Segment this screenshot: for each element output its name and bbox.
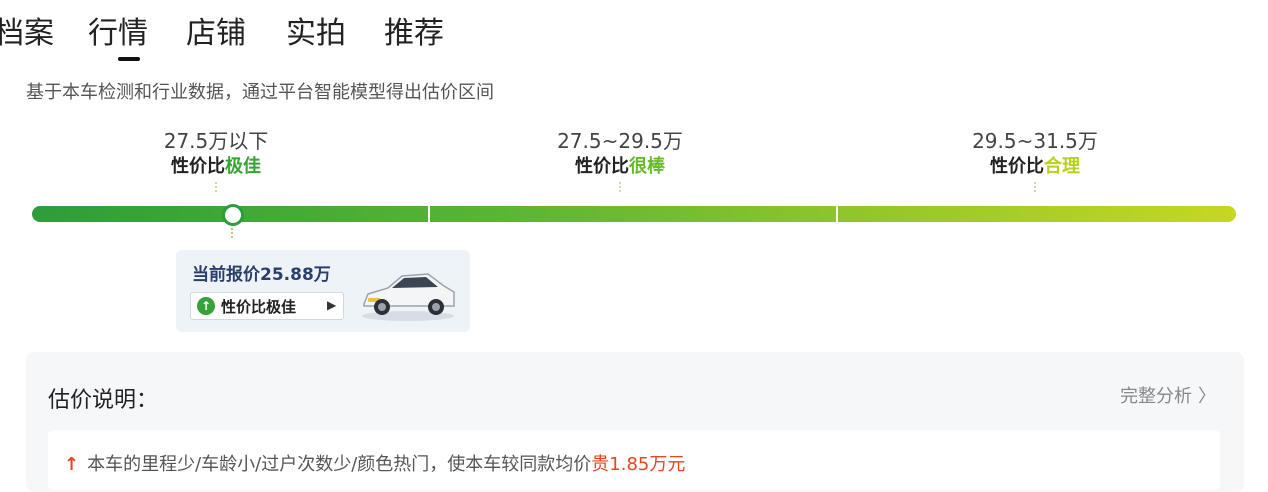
play-arrow-icon: ▶: [327, 298, 337, 312]
tab-archive[interactable]: 档案: [0, 12, 54, 56]
price-segment-excellent: 27.5万以下 性价比极佳: [120, 128, 312, 192]
valuation-explanation-panel: 估价说明： 完整分析〉 ↑ 本车的里程少/车龄小/过户次数少/颜色热门，使本车较同…: [26, 352, 1244, 492]
price-range-bar: [32, 206, 1236, 222]
segment-range: 27.5~29.5万: [557, 129, 683, 153]
current-price-marker[interactable]: [222, 204, 244, 226]
segment-rating: 性价比极佳: [171, 156, 261, 177]
segment-connector: [1034, 182, 1036, 192]
explanation-reason: ↑ 本车的里程少/车龄小/过户次数少/颜色热门，使本车较同款均价贵1.85万元: [48, 430, 1220, 490]
valuation-description: 基于本车检测和行业数据，通过平台智能模型得出估价区间: [26, 82, 494, 103]
tab-recommend[interactable]: 推荐: [384, 12, 444, 56]
current-price: 当前报价25.88万: [192, 265, 331, 285]
explanation-title: 估价说明：: [48, 388, 159, 413]
reason-text: ↑ 本车的里程少/车龄小/过户次数少/颜色热门，使本车较同款均价贵1.85万元: [64, 454, 686, 475]
value-badge-button[interactable]: ↑ 性价比极佳 ▶: [190, 292, 344, 320]
current-price-card: 当前报价25.88万 ↑ 性价比极佳 ▶: [176, 250, 470, 332]
bar-divider: [428, 206, 430, 222]
price-segment-great: 27.5~29.5万 性价比很棒: [520, 128, 720, 192]
value-badge-label: 性价比极佳: [221, 298, 297, 316]
full-analysis-link[interactable]: 完整分析〉: [1120, 382, 1216, 408]
up-arrow-icon: ↑: [64, 454, 80, 475]
active-tab-underline: [118, 57, 140, 61]
car-thumbnail: [362, 273, 455, 321]
tab-market[interactable]: 行情: [88, 12, 148, 56]
up-arrow-icon: ↑: [197, 297, 215, 315]
chevron-right-icon: 〉: [1198, 386, 1216, 407]
segment-connector: [619, 182, 621, 192]
segment-range: 27.5万以下: [163, 129, 269, 153]
segment-range: 29.5~31.5万: [972, 129, 1098, 153]
bar-divider: [836, 206, 838, 222]
segment-rating: 性价比合理: [990, 156, 1080, 177]
marker-connector: [231, 228, 233, 240]
tab-store[interactable]: 店铺: [186, 12, 246, 56]
segment-connector: [215, 182, 217, 192]
price-segment-fair: 29.5~31.5万 性价比合理: [930, 128, 1140, 192]
tab-photos[interactable]: 实拍: [286, 12, 346, 56]
segment-rating: 性价比很棒: [575, 156, 665, 177]
